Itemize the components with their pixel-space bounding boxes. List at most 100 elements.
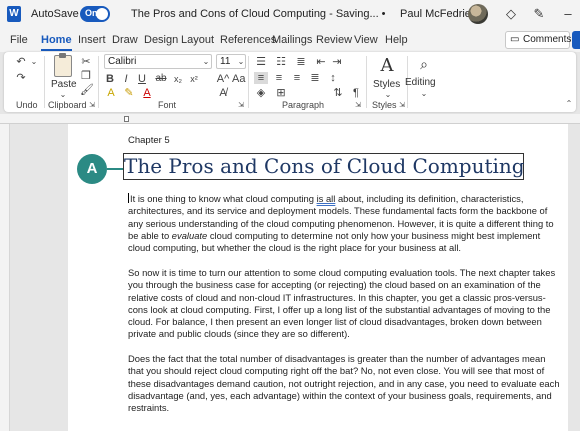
styles-group-label: Styles bbox=[372, 100, 397, 110]
font-name-value: Calibri bbox=[108, 56, 137, 67]
tab-layout[interactable]: Layout bbox=[181, 34, 214, 46]
text-line: architectures, and its service and deplo… bbox=[128, 205, 548, 217]
pen-icon[interactable]: ✎ bbox=[531, 6, 547, 22]
share-button[interactable] bbox=[572, 31, 580, 49]
tab-references[interactable]: References bbox=[220, 34, 276, 46]
subscript-icon[interactable]: x₂ bbox=[172, 73, 184, 85]
justify-icon[interactable]: ≣ bbox=[308, 72, 322, 84]
copy-icon[interactable]: ❐ bbox=[80, 70, 92, 82]
editing-button[interactable]: Editing bbox=[405, 77, 436, 88]
tab-review[interactable]: Review bbox=[316, 34, 352, 46]
vertical-ruler[interactable] bbox=[0, 124, 10, 431]
text-line: these disadvantages demand caution, not … bbox=[128, 377, 560, 389]
search-icon[interactable]: ⌕ bbox=[414, 56, 434, 76]
autosave-toggle[interactable]: On bbox=[80, 6, 110, 22]
tab-home[interactable]: Home bbox=[41, 34, 72, 51]
paragraph-launcher-icon[interactable]: ⇲ bbox=[354, 100, 362, 112]
tab-design[interactable]: Design bbox=[144, 34, 178, 46]
styles-launcher-icon[interactable]: ⇲ bbox=[398, 100, 406, 112]
text-effects-icon[interactable]: A bbox=[104, 87, 118, 99]
document-heading[interactable]: The Pros and Cons of Cloud Computing bbox=[124, 154, 525, 179]
sort-icon[interactable]: ⇅ bbox=[332, 87, 344, 99]
format-painter-icon[interactable]: 🖌 bbox=[80, 84, 94, 96]
group-divider bbox=[44, 56, 45, 108]
text-line: you through the business case for accept… bbox=[128, 279, 541, 291]
font-size-value: 11 bbox=[220, 56, 231, 67]
clear-formatting-icon[interactable]: A̸ bbox=[216, 87, 230, 99]
paste-icon[interactable] bbox=[54, 53, 72, 77]
editing-dropdown-icon[interactable]: ⌄ bbox=[420, 88, 428, 100]
group-divider bbox=[248, 56, 249, 108]
align-left-icon[interactable]: ≡ bbox=[254, 72, 268, 84]
indent-marker[interactable] bbox=[124, 116, 129, 122]
comments-button[interactable]: ▭ Comments bbox=[505, 31, 572, 49]
comment-icon: ▭ bbox=[510, 34, 520, 45]
highlight-icon[interactable]: ✎ bbox=[122, 87, 136, 99]
decrease-indent-icon[interactable]: ⇤ bbox=[314, 56, 328, 68]
text-line: So now it is time to turn our attention … bbox=[128, 267, 556, 278]
numbering-icon[interactable]: ☷ bbox=[274, 56, 288, 68]
align-center-icon[interactable]: ≡ bbox=[272, 72, 286, 84]
autosave-label: AutoSave bbox=[31, 8, 79, 20]
paragraph-3[interactable]: Does the fact that the total number of d… bbox=[128, 353, 560, 414]
clipboard-launcher-icon[interactable]: ⇲ bbox=[88, 100, 96, 112]
text-line: It is one thing to know what cloud compu… bbox=[128, 193, 528, 205]
multilevel-list-icon[interactable]: ≣ bbox=[294, 56, 308, 68]
document-page[interactable]: Chapter 5 The Pros and Cons of Cloud Com… bbox=[68, 124, 568, 431]
grow-font-icon[interactable]: A^ bbox=[216, 73, 230, 85]
text-line: cloud computing, but whether the cloud i… bbox=[128, 242, 462, 254]
size-dropdown-icon[interactable]: ⌄ bbox=[237, 56, 245, 68]
show-marks-icon[interactable]: ¶ bbox=[350, 87, 362, 99]
shading-icon[interactable]: ◈ bbox=[254, 87, 268, 99]
comments-label: Comments bbox=[523, 34, 572, 45]
paragraph-group-label: Paragraph bbox=[282, 100, 325, 110]
font-name-select[interactable]: Calibri bbox=[104, 54, 212, 69]
italic-word: evaluate bbox=[171, 229, 208, 241]
callout-badge: A bbox=[77, 154, 107, 184]
align-right-icon[interactable]: ≡ bbox=[290, 72, 304, 84]
borders-icon[interactable]: ⊞ bbox=[274, 87, 288, 99]
tab-draw[interactable]: Draw bbox=[112, 34, 138, 46]
word-app-icon: W bbox=[7, 6, 21, 22]
minimize-icon[interactable]: – bbox=[560, 6, 576, 22]
horizontal-ruler[interactable] bbox=[0, 114, 580, 124]
text-line: cloud. For balance, I then present an ev… bbox=[128, 316, 542, 328]
line-spacing-icon[interactable]: ↕ bbox=[326, 72, 340, 84]
grammar-squiggle[interactable]: is all bbox=[317, 193, 336, 204]
diamond-icon[interactable]: ◇ bbox=[503, 6, 519, 22]
chapter-label: Chapter 5 bbox=[128, 135, 170, 146]
underline-icon[interactable]: U bbox=[136, 73, 148, 85]
cut-icon[interactable]: ✂ bbox=[80, 56, 92, 68]
styles-icon[interactable]: A bbox=[377, 55, 397, 77]
bullets-icon[interactable]: ☰ bbox=[254, 56, 268, 68]
font-launcher-icon[interactable]: ⇲ bbox=[237, 100, 245, 112]
font-dropdown-icon[interactable]: ⌄ bbox=[202, 56, 210, 68]
text-line: that you should reject cloud computing r… bbox=[128, 365, 545, 377]
avatar[interactable] bbox=[468, 4, 488, 24]
superscript-icon[interactable]: x² bbox=[188, 73, 200, 85]
title-selection-box[interactable]: The Pros and Cons of Cloud Computing bbox=[123, 153, 525, 180]
redo-icon[interactable]: ↷ bbox=[14, 72, 28, 84]
tab-file[interactable]: File bbox=[10, 34, 28, 46]
bold-icon[interactable]: B bbox=[104, 73, 116, 85]
tab-insert[interactable]: Insert bbox=[78, 34, 106, 46]
tab-mailings[interactable]: Mailings bbox=[272, 34, 312, 46]
title-bar: W AutoSave On The Pros and Cons of Cloud… bbox=[0, 0, 580, 28]
text-line: private and public clouds (since they ar… bbox=[128, 328, 350, 340]
text-line: disadvantage (and, yes, each advantage) … bbox=[128, 389, 552, 401]
change-case-icon[interactable]: Aa bbox=[232, 73, 245, 85]
paragraph-1[interactable]: It is one thing to know what cloud compu… bbox=[128, 193, 554, 254]
italic-icon[interactable]: I bbox=[120, 73, 132, 85]
tab-help[interactable]: Help bbox=[385, 34, 408, 46]
strikethrough-icon[interactable]: ab bbox=[154, 73, 168, 85]
font-color-icon[interactable]: A bbox=[140, 87, 154, 99]
document-title[interactable]: The Pros and Cons of Cloud Computing - S… bbox=[131, 8, 386, 20]
increase-indent-icon[interactable]: ⇥ bbox=[330, 56, 344, 68]
undo-icon[interactable]: ↶ bbox=[14, 56, 28, 68]
paragraph-2[interactable]: So now it is time to turn our attention … bbox=[128, 267, 556, 341]
text-line: restraints. bbox=[128, 402, 170, 414]
undo-dropdown-icon[interactable]: ⌄ bbox=[30, 56, 38, 68]
collapse-ribbon-icon[interactable]: ⌃ bbox=[564, 98, 574, 110]
user-name[interactable]: Paul McFedries bbox=[400, 8, 476, 20]
tab-view[interactable]: View bbox=[354, 34, 378, 46]
